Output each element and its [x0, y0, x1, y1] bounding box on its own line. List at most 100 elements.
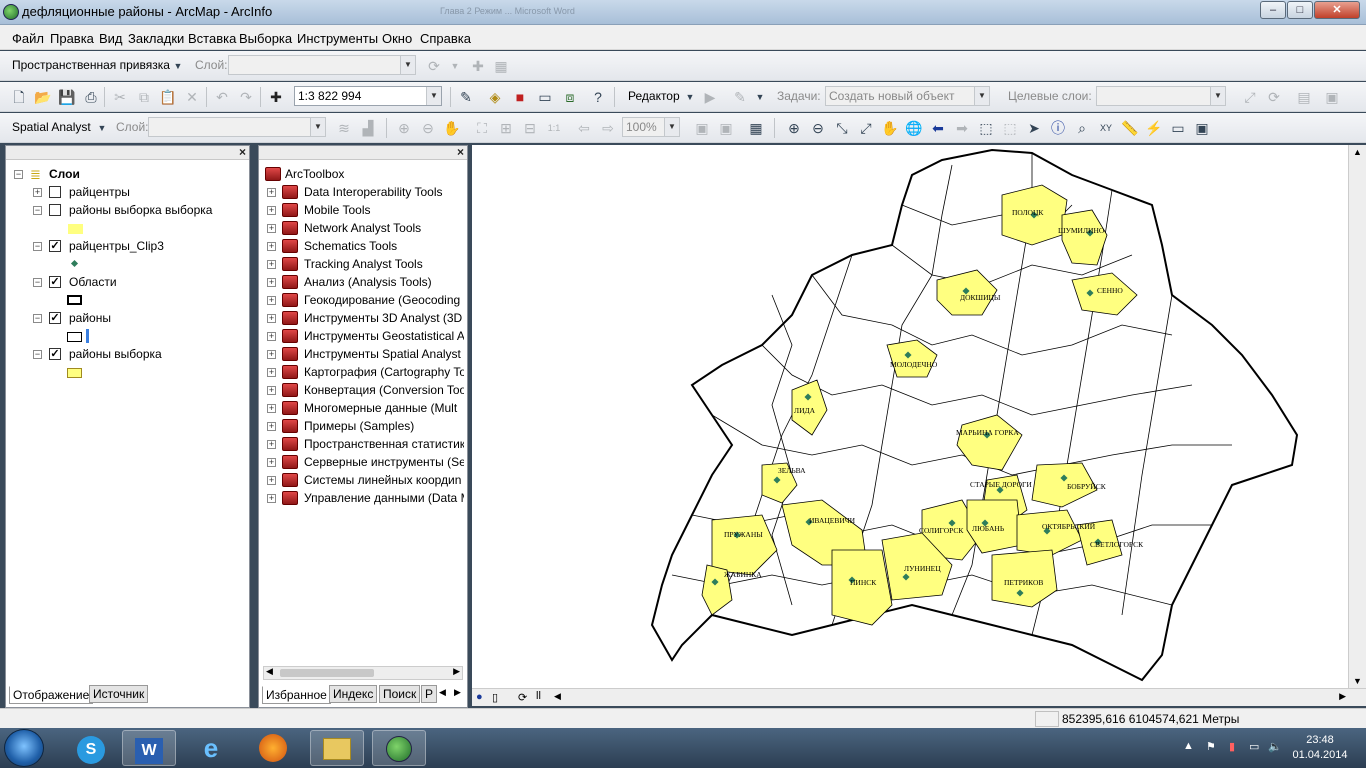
scroll-down-icon[interactable]: ▼ [1353, 676, 1362, 686]
find-icon[interactable]: ⌕ [1072, 118, 1092, 138]
layer-visibility-checkbox[interactable]: ✓ [49, 348, 61, 360]
zoom-whole-page-icon[interactable]: ⛶ [472, 118, 492, 138]
fixed-zoom-in-icon[interactable]: ⊞ [496, 118, 516, 138]
toc-layer[interactable]: − ✓ Области [33, 273, 243, 291]
layout-zoom-in-icon[interactable]: ⊕ [394, 118, 414, 138]
layout-zoom-out-icon[interactable]: ⊖ [418, 118, 438, 138]
refresh-icon[interactable]: ⟳ [518, 691, 527, 704]
rotate-icon[interactable]: ⟳ [424, 56, 444, 76]
close-toc-icon[interactable]: × [239, 145, 246, 159]
next-extent-icon[interactable]: ➡ [952, 118, 972, 138]
start-button[interactable] [4, 729, 44, 767]
toc-layer[interactable]: − ✓ районы [33, 309, 243, 327]
tab-display[interactable]: Отображение [9, 686, 94, 704]
network-icon[interactable]: ▮ [1229, 740, 1235, 753]
arctoolbox-icon[interactable]: ■ [510, 87, 530, 107]
tab-source[interactable]: Источник [89, 685, 149, 703]
whats-this-icon[interactable]: ? [588, 87, 608, 107]
task-select[interactable]: Создать новый объект ▼ [825, 86, 990, 106]
layout-pan-icon[interactable]: ✋ [442, 118, 462, 138]
tab-scroll-left-icon[interactable]: ◀ [439, 687, 446, 698]
measure-icon[interactable]: 📏 [1120, 118, 1140, 138]
pause-drawing-icon[interactable]: ll [536, 690, 541, 702]
back-extent-icon[interactable]: ⇦ [574, 118, 594, 138]
delete-icon[interactable]: ✕ [182, 87, 202, 107]
scroll-left-icon[interactable]: ◀ [554, 691, 561, 702]
battery-icon[interactable]: ▭ [1249, 740, 1259, 753]
map-horizontal-scrollbar[interactable]: ● ▯ ⟳ ll ◀ ▶ [472, 688, 1366, 706]
attributes-icon[interactable]: ▤ [1294, 87, 1314, 107]
map-view[interactable]: ПОЛОЦК ШУМИЛИНО ДОКШИЦЫ СЕННО МОЛОДЕЧНО ЛИДА М… [472, 145, 1348, 688]
forward-extent-icon[interactable]: ⇨ [598, 118, 618, 138]
word-taskbar-icon[interactable]: W [122, 730, 176, 766]
select-elements-icon[interactable]: ➤ [1024, 118, 1044, 138]
select-features-icon[interactable]: ⬚ [976, 118, 996, 138]
arccatalog-icon[interactable]: ◈ [485, 87, 505, 107]
pan-icon[interactable]: ✋ [880, 118, 900, 138]
menu-file[interactable]: Файл [12, 31, 44, 46]
georeferencing-menu[interactable]: Пространственная привязка [12, 58, 170, 72]
layer-symbol-yellow-fill[interactable] [68, 224, 83, 234]
explorer-taskbar-icon[interactable] [310, 730, 364, 766]
sketch-tool-icon[interactable]: ✎ [730, 87, 750, 107]
cut-icon[interactable]: ✂ [110, 87, 130, 107]
volume-icon[interactable]: 🔈 [1268, 740, 1282, 753]
layout-zoom-select[interactable]: 100% ▼ [622, 117, 680, 137]
toggle-draft-icon[interactable]: ▣ [692, 118, 712, 138]
menu-view[interactable]: Вид [99, 31, 123, 46]
georef-layer-select[interactable]: ▼ [228, 55, 416, 75]
histogram-icon[interactable]: ▟ [358, 118, 378, 138]
close-button[interactable]: ✕ [1314, 1, 1360, 19]
menu-edit[interactable]: Правка [50, 31, 94, 46]
layer-visibility-checkbox[interactable]: ✓ [49, 276, 61, 288]
toc-layer[interactable]: − районы выборка выборка [33, 201, 243, 219]
fixed-zoom-in-map-icon[interactable]: ⤡ [832, 118, 852, 138]
zoom-out-icon[interactable]: ⊖ [808, 118, 828, 138]
maximize-button[interactable]: □ [1287, 1, 1313, 19]
toc-layer[interactable]: − ✓ районы выборка [33, 345, 243, 363]
layer-visibility-checkbox[interactable]: ✓ [49, 240, 61, 252]
full-extent-icon[interactable]: 🌐 [904, 118, 924, 138]
map-scale-select[interactable]: 1:3 822 994 ▼ [294, 86, 442, 106]
fixed-zoom-out-map-icon[interactable]: ⤢ [856, 118, 876, 138]
spatial-layer-select[interactable]: ▼ [148, 117, 326, 137]
change-layout-icon[interactable]: ▦ [746, 118, 766, 138]
zoom-100-icon[interactable]: 1:1 [544, 118, 564, 138]
editor-menu[interactable]: Редактор [628, 89, 680, 103]
internet-explorer-taskbar-icon[interactable]: e [184, 730, 238, 766]
spatial-analyst-menu[interactable]: Spatial Analyst [12, 120, 91, 134]
time-slider-icon[interactable]: ▣ [1192, 118, 1212, 138]
chevron-down-icon[interactable]: ▼ [92, 118, 112, 138]
save-icon[interactable]: 💾 [57, 87, 77, 107]
split-tool-icon[interactable]: ⤢ [1240, 87, 1260, 107]
skype-taskbar-icon[interactable]: S [64, 730, 118, 766]
tab-search[interactable]: Поиск [379, 685, 421, 703]
link-table-icon[interactable]: ▦ [491, 56, 511, 76]
belarus-districts-map[interactable]: ПОЛОЦК ШУМИЛИНО ДОКШИЦЫ СЕННО МОЛОДЕЧНО ЛИДА М… [472, 145, 1348, 688]
data-view-icon[interactable]: ● [476, 691, 483, 703]
command-line-icon[interactable]: ▭ [535, 87, 555, 107]
menu-bookmarks[interactable]: Закладки [128, 31, 184, 46]
html-popup-icon[interactable]: ▭ [1168, 118, 1188, 138]
add-control-points-icon[interactable]: ✚ [468, 56, 488, 76]
layer-symbol-yellow-fill[interactable] [67, 368, 82, 378]
minimize-button[interactable]: – [1260, 1, 1286, 19]
editor-toolbar-icon[interactable]: ✎ [456, 87, 476, 107]
system-clock[interactable]: 23:48 01.04.2014 [1290, 733, 1350, 763]
menu-insert[interactable]: Вставка [188, 31, 236, 46]
add-data-icon[interactable]: ✚ [266, 87, 286, 107]
scroll-right-icon[interactable]: ▶ [1339, 691, 1346, 702]
zoom-in-icon[interactable]: ⊕ [784, 118, 804, 138]
toolbox-hscroll[interactable]: ◀ ▶ [263, 666, 463, 680]
open-folder-icon[interactable]: 📂 [33, 87, 53, 107]
previous-extent-icon[interactable]: ⬅ [928, 118, 948, 138]
tab-scroll-right-icon[interactable]: ▶ [454, 687, 461, 698]
hyperlink-icon[interactable]: ⚡ [1144, 118, 1164, 138]
modelbuilder-icon[interactable]: ⧈ [560, 87, 580, 107]
chevron-down-icon[interactable]: ▼ [445, 56, 465, 76]
undo-icon[interactable]: ↶ [212, 87, 232, 107]
layer-symbol-outline[interactable] [67, 332, 82, 342]
go-to-xy-icon[interactable]: XY [1096, 118, 1116, 138]
sketch-properties-icon[interactable]: ▣ [1322, 87, 1342, 107]
show-hidden-icons-icon[interactable]: ▲ [1183, 740, 1194, 752]
